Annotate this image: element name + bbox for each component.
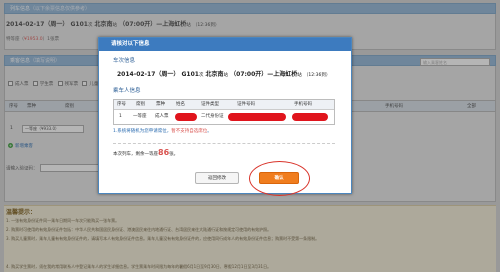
redacted-id-number	[228, 113, 286, 121]
back-edit-button[interactable]: 返回修改	[195, 172, 239, 184]
seat-notice: 1.系统将随机为您申请席位，暂不支持自选席位。	[113, 129, 212, 134]
divider	[113, 143, 335, 144]
dialog-passenger-table: 序号 席别 票种 姓名 证件类型 证件号码 手机号码 1 一等座 成人票 二代身…	[113, 99, 335, 125]
dialog-title: 请核对以下信息	[99, 38, 351, 51]
dialog-table-header: 序号 席别 票种 姓名 证件类型 证件号码 手机号码	[114, 100, 334, 110]
confirm-button[interactable]: 确认	[259, 172, 299, 184]
redacted-phone	[292, 113, 328, 121]
remaining-count: 86	[158, 148, 170, 157]
train-section-title: 车次信息	[113, 58, 136, 64]
confirm-dialog: 请核对以下信息 车次信息 2014-02-17（周一） G101次 北京南站 （…	[98, 37, 352, 196]
page: 列车信息（以下余票信息仅供参考） 2014-02-17（周一） G101次 北京…	[0, 0, 500, 272]
passenger-section-title: 乘车人信息	[113, 88, 141, 94]
remaining-tickets: 本次列车，剩余一等座86张。	[113, 148, 179, 157]
dialog-train-summary: 2014-02-17（周一） G101次 北京南站 （07:00开）—上海虹桥站…	[117, 71, 331, 78]
dialog-passenger-row: 1 一等座 成人票 二代身份证	[114, 110, 334, 124]
redacted-name	[175, 113, 197, 121]
